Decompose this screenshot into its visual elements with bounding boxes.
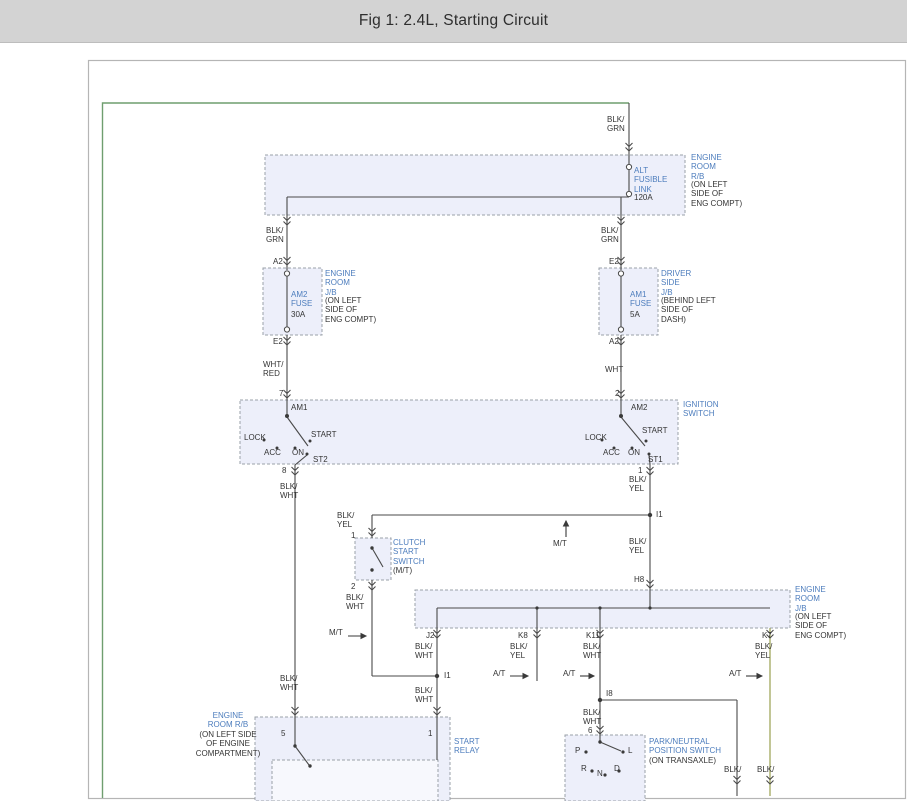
- pos-acc-right: ACC: [603, 448, 620, 457]
- tag-mt-up: M/T: [553, 539, 567, 548]
- pin-2: 2: [615, 389, 619, 398]
- engine-room-jb-box: [415, 590, 790, 628]
- wire-label-blk-yel-st1-upper: BLK/ YEL: [629, 475, 646, 494]
- am2-fuse-name: AM2 FUSE: [291, 290, 312, 309]
- wire-label-bottom-right: BLK/: [757, 765, 774, 774]
- pos-d: D: [614, 764, 620, 773]
- tag-at-2: A/T: [563, 669, 575, 678]
- pin-7: 7: [279, 389, 283, 398]
- clutch-start-switch-name: CLUTCH START SWITCH: [393, 538, 425, 566]
- pos-st2: ST2: [313, 455, 328, 464]
- pin-e2-right: E2: [609, 257, 619, 266]
- pnp-switch-name: PARK/NEUTRAL POSITION SWITCH: [649, 737, 721, 756]
- pin-j2: J2: [426, 631, 434, 640]
- alt-fusible-link-rating: 120A: [634, 193, 653, 202]
- engine-room-jb-right-location: (ON LEFT SIDE OF ENG COMPT): [795, 612, 846, 640]
- wire-label-blk-wht-st2-upper: BLK/ WHT: [280, 482, 298, 501]
- pin-k11: K11: [586, 631, 600, 640]
- start-relay-inner-box: [272, 760, 438, 801]
- junction-i1-right: I1: [656, 510, 663, 519]
- wire-label-bottom-left: BLK/: [724, 765, 741, 774]
- pos-start-left: START: [311, 430, 336, 439]
- engine-room-jb-left-location: (ON LEFT SIDE OF ENG COMPT): [325, 296, 376, 324]
- wire-label-k7: BLK/ YEL: [755, 642, 772, 661]
- pos-lock-right: LOCK: [585, 433, 607, 442]
- wire-label-wht-red: WHT/ RED: [263, 360, 283, 379]
- wire-label-blk-yel-st1-lower: BLK/ YEL: [629, 537, 646, 556]
- alt-fusible-link-box: [265, 155, 685, 215]
- engine-room-rb-bottom-name: ENGINE ROOM R/B: [196, 711, 260, 730]
- engine-room-jb-left-name: ENGINE ROOM J/B: [325, 269, 356, 297]
- wire-label-k8: BLK/ YEL: [510, 642, 527, 661]
- tag-at-3: A/T: [729, 669, 741, 678]
- wire-label-blk-grn-right: BLK/ GRN: [601, 226, 619, 245]
- pin-k8: K8: [518, 631, 528, 640]
- am2-fuse-rating: 30A: [291, 310, 305, 319]
- pin-a2-right: A2: [609, 337, 619, 346]
- engine-room-jb-right-name: ENGINE ROOM J/B: [795, 585, 826, 613]
- pnp-switch-box: [565, 735, 645, 801]
- engine-room-rb-name: ENGINE ROOM R/B: [691, 153, 722, 181]
- wire-label-blk-yel-clutch: BLK/ YEL: [337, 511, 354, 530]
- pos-l: L: [628, 746, 632, 755]
- figure-viewer: Fig 1: 2.4L, Starting Circuit: [0, 0, 907, 801]
- start-relay-name: START RELAY: [454, 737, 480, 756]
- am1-fuse-rating: 5A: [630, 310, 640, 319]
- tag-at-1: A/T: [493, 669, 505, 678]
- wire-label-blk-wht-st2-lower: BLK/ WHT: [280, 674, 298, 693]
- wire-label-wht: WHT: [605, 365, 623, 374]
- pos-p: P: [575, 746, 580, 755]
- engine-room-rb-bottom-location: (ON LEFT SIDE OF ENGINE COMPARTMENT): [190, 730, 266, 758]
- pos-on-left: ON: [292, 448, 304, 457]
- pos-acc-left: ACC: [264, 448, 281, 457]
- wire-label-blk-wht-clutch-out: BLK/ WHT: [346, 593, 364, 612]
- pin-2-clutch: 2: [351, 582, 355, 591]
- component-boxes: [240, 155, 790, 801]
- pos-n: N: [597, 769, 603, 778]
- pin-k7: K7: [762, 631, 772, 640]
- pos-st1: ST1: [648, 455, 663, 464]
- junction-i1-mid: I1: [444, 671, 451, 680]
- pos-start-right: START: [642, 426, 667, 435]
- wire-label-blk-wht-to-relay: BLK/ WHT: [415, 686, 433, 705]
- pin-1-relay: 1: [428, 729, 432, 738]
- pin-5-relay: 5: [281, 729, 285, 738]
- alt-fusible-link-name: ALT FUSIBLE LINK: [634, 166, 667, 194]
- wiring-diagram-canvas: [0, 0, 907, 801]
- driver-side-jb-name: DRIVER SIDE J/B: [661, 269, 691, 297]
- ignition-switch-name: IGNITION SWITCH: [683, 400, 719, 419]
- driver-side-jb-location: (BEHIND LEFT SIDE OF DASH): [661, 296, 716, 324]
- am1-fuse-name: AM1 FUSE: [630, 290, 651, 309]
- pin-e2-left: E2: [273, 337, 283, 346]
- junction-i8: I8: [606, 689, 613, 698]
- pin-6-pnp: 6: [588, 726, 592, 735]
- pos-r: R: [581, 764, 587, 773]
- pin-1-clutch: 1: [351, 531, 355, 540]
- clutch-start-switch-type: (M/T): [393, 566, 412, 575]
- clutch-start-switch-box: [355, 538, 391, 580]
- pos-on-right: ON: [628, 448, 640, 457]
- pin-a2-left: A2: [273, 257, 283, 266]
- tag-mt-left: M/T: [329, 628, 343, 637]
- pin-8: 8: [282, 466, 286, 475]
- pin-h8: H8: [634, 575, 644, 584]
- wire-label-feed-blk-grn: BLK/ GRN: [607, 115, 625, 134]
- wire-label-k11: BLK/ WHT: [583, 642, 601, 661]
- pnp-switch-location: (ON TRANSAXLE): [649, 756, 716, 765]
- terminal-am1: AM1: [291, 403, 307, 412]
- engine-room-rb-location: (ON LEFT SIDE OF ENG COMPT): [691, 180, 742, 208]
- wire-label-blk-grn-left: BLK/ GRN: [266, 226, 284, 245]
- wire-label-blk-wht-pnp: BLK/ WHT: [583, 708, 601, 727]
- pos-lock-left: LOCK: [244, 433, 266, 442]
- terminal-am2: AM2: [631, 403, 647, 412]
- wire-label-j2: BLK/ WHT: [415, 642, 433, 661]
